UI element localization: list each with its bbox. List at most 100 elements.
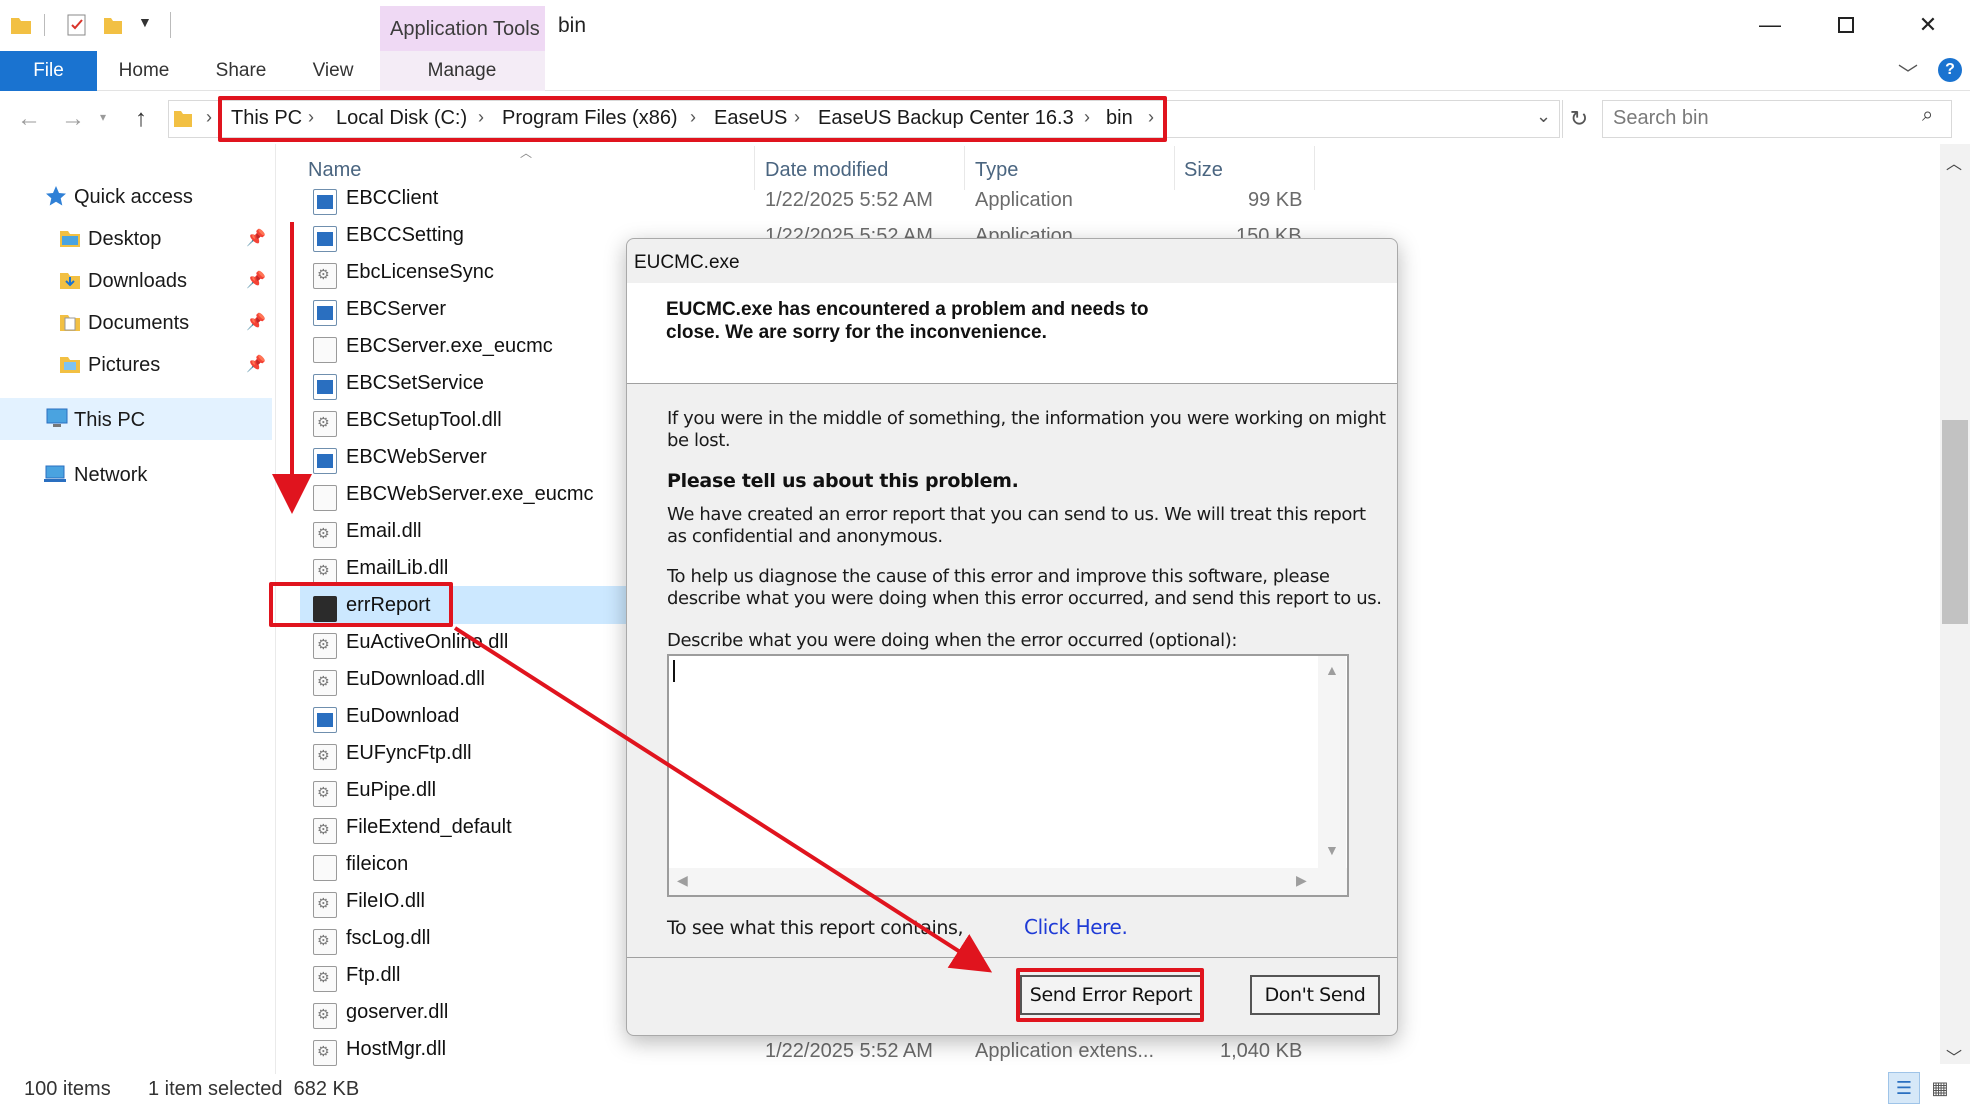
file-row[interactable]: EBCWebServer.exe_eucmc (346, 483, 594, 506)
paragraph-line: describe what you were doing when this e… (667, 588, 1382, 609)
properties-icon[interactable] (64, 12, 90, 38)
column-name[interactable]: Name (308, 159, 361, 182)
qat-divider (44, 14, 45, 36)
pin-icon[interactable]: 📌 (246, 228, 266, 248)
tab-share[interactable]: Share (206, 51, 276, 91)
file-row[interactable]: EbcLicenseSync (346, 261, 494, 284)
nav-item-network[interactable]: Network (74, 464, 147, 487)
details-view-icon[interactable]: ☰ (1888, 1072, 1920, 1104)
file-row[interactable]: EBCServer.exe_eucmc (346, 335, 553, 358)
file-row[interactable]: EUFyncFtp.dll (346, 742, 472, 765)
file-row[interactable]: fscLog.dll (346, 927, 431, 950)
tab-view[interactable]: View (300, 51, 366, 91)
column-type[interactable]: Type (975, 159, 1018, 182)
file-row[interactable]: EmailLib.dll (346, 557, 448, 580)
description-textarea[interactable] (667, 654, 1349, 897)
file-row[interactable]: EBCSetupTool.dll (346, 409, 502, 432)
nav-item-quick-access[interactable]: Quick access (74, 186, 193, 209)
textarea-label: Describe what you were doing when the er… (667, 630, 1238, 651)
column-separator[interactable] (754, 146, 755, 190)
file-row[interactable]: EBCServer (346, 298, 446, 321)
paragraph-line: as confidential and anonymous. (667, 526, 943, 547)
file-row[interactable]: EBCSetService (346, 372, 484, 395)
file-row[interactable]: EuDownload (346, 705, 459, 728)
file-row[interactable]: Email.dll (346, 520, 422, 543)
file-row[interactable]: EBCCSetting (346, 224, 464, 247)
dll-icon (313, 744, 337, 770)
file-row[interactable]: HostMgr.dll (346, 1038, 446, 1061)
nav-item-documents[interactable]: Documents (88, 312, 189, 335)
scroll-up-icon[interactable]: ︿ (1946, 150, 1962, 174)
file-row[interactable]: goserver.dll (346, 1001, 448, 1024)
maximize-button[interactable] (1806, 0, 1886, 50)
textarea-vscroll[interactable] (1318, 656, 1346, 868)
application-icon (313, 448, 337, 474)
computer-icon (46, 408, 68, 427)
file-row[interactable]: EBCWebServer (346, 446, 487, 469)
large-icons-view-icon[interactable]: ▦ (1926, 1074, 1954, 1102)
file-icon (313, 485, 337, 511)
column-separator[interactable] (964, 146, 965, 190)
forward-button[interactable]: → (56, 101, 90, 137)
dialog-bold-heading: Please tell us about this problem. (667, 470, 1019, 492)
new-folder-icon[interactable] (100, 12, 126, 38)
tab-file[interactable]: File (0, 51, 97, 91)
file-row[interactable]: EuPipe.dll (346, 779, 436, 802)
click-here-link[interactable]: Click Here. (1024, 915, 1128, 939)
back-button[interactable]: ← (12, 101, 46, 137)
file-row[interactable]: FileIO.dll (346, 890, 425, 913)
paragraph-line: We have created an error report that you… (667, 504, 1366, 525)
scrollbar-thumb[interactable] (1942, 420, 1968, 624)
paragraph-line: To help us diagnose the cause of this er… (667, 566, 1330, 587)
column-separator (1314, 146, 1315, 190)
scroll-right-icon[interactable]: ▶ (1296, 872, 1307, 889)
pin-icon[interactable]: 📌 (246, 312, 266, 332)
file-row[interactable]: FileExtend_default (346, 816, 512, 839)
minimize-button[interactable]: — (1730, 0, 1810, 50)
dont-send-button[interactable]: Don't Send (1250, 975, 1380, 1015)
search-icon[interactable]: ⌕ (1922, 104, 1933, 127)
file-row[interactable]: EuDownload.dll (346, 668, 485, 691)
scroll-up-icon[interactable]: ▲ (1325, 662, 1339, 678)
scroll-left-icon[interactable]: ◀ (677, 872, 688, 889)
scroll-down-icon[interactable]: ﹀ (1946, 1044, 1962, 1068)
report-contents-text: To see what this report contains, (667, 917, 964, 939)
address-dropdown-icon[interactable]: ⌄ (1536, 106, 1551, 127)
nav-item-desktop[interactable]: Desktop (88, 228, 161, 251)
tab-manage[interactable]: Manage (412, 51, 512, 91)
file-row[interactable]: EuActiveOnline.dll (346, 631, 508, 654)
breadcrumb-separator: › (206, 107, 212, 127)
textarea-hscroll[interactable] (669, 868, 1347, 895)
up-button[interactable]: ↑ (124, 101, 158, 137)
context-group-title: Application Tools (390, 18, 540, 40)
ribbon-tabs (0, 51, 1970, 91)
help-icon[interactable]: ? (1938, 58, 1962, 82)
qat-dropdown-icon[interactable]: ▼ (138, 14, 152, 30)
column-size[interactable]: Size (1184, 159, 1223, 182)
file-icon (313, 855, 337, 881)
pin-icon[interactable]: 📌 (246, 354, 266, 374)
nav-item-downloads[interactable]: Downloads (88, 270, 187, 293)
nav-item-this-pc[interactable]: This PC (74, 409, 145, 432)
recent-locations-icon[interactable]: ▾ (100, 110, 106, 124)
folder-icon (174, 111, 192, 127)
text-cursor (673, 660, 675, 682)
row-date: 1/22/2025 5:52 AM (765, 1040, 933, 1062)
tab-home[interactable]: Home (108, 51, 180, 91)
file-row[interactable]: fileicon (346, 853, 408, 876)
file-row[interactable]: Ftp.dll (346, 964, 400, 987)
column-separator[interactable] (1174, 146, 1175, 190)
column-date-modified[interactable]: Date modified (765, 159, 888, 182)
row-size: 99 KB (1248, 189, 1303, 211)
row-type: Application (975, 189, 1073, 211)
close-button[interactable]: ✕ (1888, 0, 1968, 50)
refresh-icon[interactable]: ↻ (1564, 104, 1594, 134)
dialog-paragraph-diagnose: To help us diagnose the cause of this er… (667, 566, 1382, 610)
expand-ribbon-icon[interactable]: ﹀ (1898, 58, 1918, 87)
dll-icon (313, 892, 337, 918)
file-row[interactable]: EBCClient (346, 187, 438, 210)
dll-icon (313, 411, 337, 437)
pin-icon[interactable]: 📌 (246, 270, 266, 290)
nav-item-pictures[interactable]: Pictures (88, 354, 160, 377)
scroll-down-icon[interactable]: ▼ (1325, 842, 1339, 858)
